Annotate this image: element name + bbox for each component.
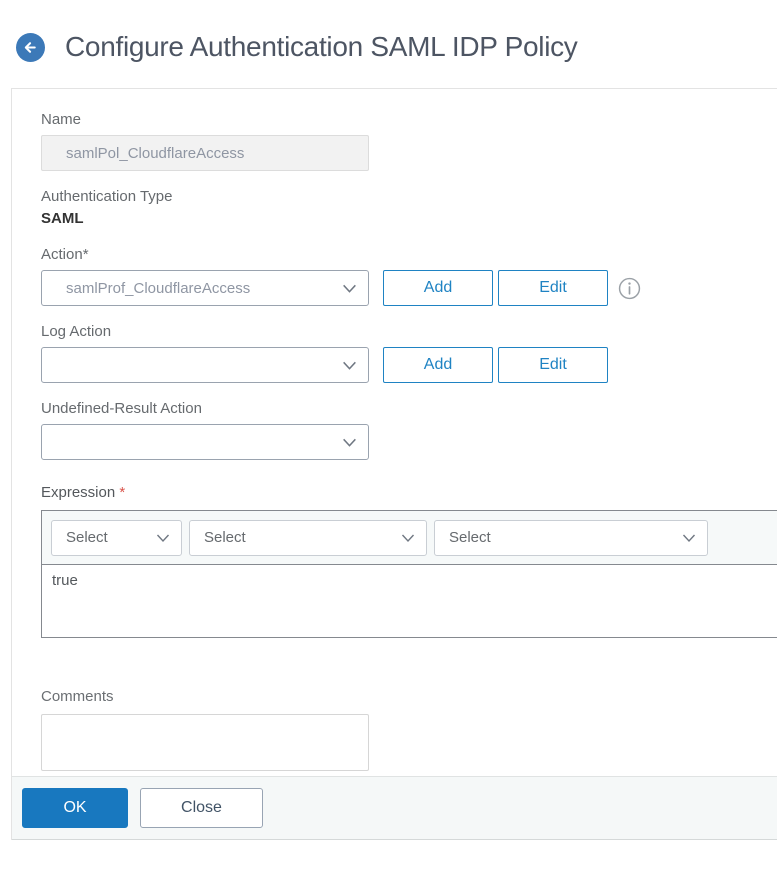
form-area: Name Authentication Type SAML Action* sa… — [12, 89, 777, 771]
action-label: Action* — [41, 246, 89, 263]
chevron-down-icon — [341, 357, 358, 374]
expression-label: Expression * — [41, 484, 777, 501]
page-header: Configure Authentication SAML IDP Policy — [16, 31, 578, 63]
undefined-result-label: Undefined-Result Action — [41, 400, 202, 417]
config-panel: Name Authentication Type SAML Action* sa… — [11, 88, 777, 840]
arrow-left-icon — [22, 39, 39, 56]
log-action-select[interactable] — [41, 347, 369, 383]
ok-button[interactable]: OK — [22, 788, 128, 828]
expression-select-2-value: Select — [204, 529, 246, 546]
chevron-down-icon — [341, 434, 358, 451]
action-row: samlProf_CloudflareAccess Add Edit — [41, 270, 777, 306]
close-button[interactable]: Close — [140, 788, 263, 828]
expression-select-1[interactable]: Select — [51, 519, 182, 556]
expression-select-2[interactable]: Select — [189, 519, 427, 556]
chevron-down-icon — [341, 280, 358, 297]
expression-label-text: Expression — [41, 484, 116, 501]
log-action-row: Add Edit — [41, 347, 777, 383]
undefined-result-row — [41, 424, 777, 460]
auth-type-value: SAML — [41, 210, 84, 227]
undefined-result-select[interactable] — [41, 424, 369, 460]
name-input — [41, 135, 369, 171]
expression-toolbar: Select Select Select — [42, 511, 777, 565]
action-add-button[interactable]: Add — [383, 270, 493, 306]
required-asterisk: * — [119, 484, 126, 501]
action-select-value: samlProf_CloudflareAccess — [66, 279, 251, 297]
info-icon[interactable] — [618, 277, 641, 300]
auth-type-label: Authentication Type — [41, 188, 173, 205]
chevron-down-icon — [681, 530, 697, 546]
expression-select-3[interactable]: Select — [434, 519, 708, 556]
page-title: Configure Authentication SAML IDP Policy — [65, 31, 578, 62]
log-action-add-button[interactable]: Add — [383, 347, 493, 383]
back-button[interactable] — [16, 32, 45, 62]
log-action-edit-button[interactable]: Edit — [498, 347, 608, 383]
action-select[interactable]: samlProf_CloudflareAccess — [41, 270, 369, 306]
action-edit-button[interactable]: Edit — [498, 270, 608, 306]
name-label: Name — [41, 111, 82, 128]
expression-editor: Select Select Select true — [41, 510, 777, 638]
expression-select-3-value: Select — [449, 529, 491, 546]
expression-input[interactable]: true — [42, 565, 777, 637]
chevron-down-icon — [155, 530, 171, 546]
footer-bar: OK Close — [12, 776, 777, 840]
log-action-label: Log Action — [41, 323, 112, 340]
comments-label: Comments — [41, 688, 114, 705]
expression-select-1-value: Select — [66, 529, 108, 546]
chevron-down-icon — [400, 530, 416, 546]
comments-textarea[interactable] — [41, 714, 369, 771]
